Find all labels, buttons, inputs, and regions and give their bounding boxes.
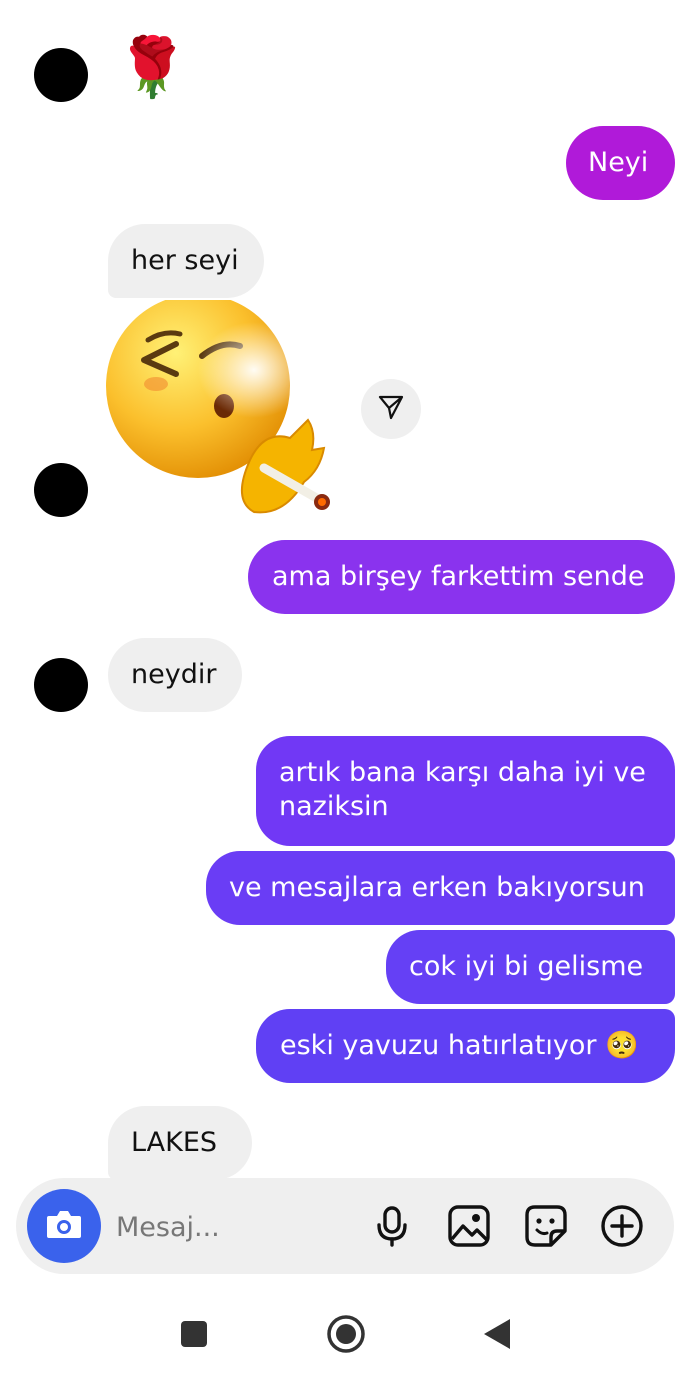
camera-icon (45, 1208, 83, 1244)
outgoing-message-bubble[interactable]: artık bana karşı daha iyi ve naziksin (256, 736, 675, 846)
outgoing-message-bubble[interactable]: eski yavuzu hatırlatıyor 🥺 (256, 1009, 675, 1083)
back-triangle-icon[interactable] (482, 1318, 512, 1354)
message-text-line: naziksin (279, 791, 389, 822)
outgoing-message-bubble[interactable]: ama birşey farkettim sende (248, 540, 675, 614)
outgoing-message-bubble[interactable]: ve mesajlara erken bakıyorsun (206, 851, 675, 925)
message-composer (16, 1178, 674, 1274)
incoming-message-bubble[interactable]: her seyi (108, 224, 264, 298)
rose-emoji-message[interactable]: 🌹 (116, 32, 188, 102)
incoming-message-bubble[interactable]: neydir (108, 638, 242, 712)
share-button[interactable] (361, 379, 421, 439)
recents-square-icon[interactable] (180, 1320, 208, 1352)
contact-avatar[interactable] (34, 463, 88, 517)
system-navigation-bar (0, 1290, 690, 1378)
outgoing-message-bubble[interactable]: Neyi (566, 126, 675, 200)
sticker-icon[interactable] (524, 1204, 568, 1248)
plus-circle-icon[interactable] (600, 1204, 644, 1248)
contact-avatar[interactable] (34, 48, 88, 102)
send-icon (377, 393, 405, 425)
outgoing-message-bubble[interactable]: cok iyi bi gelisme (386, 930, 675, 1004)
camera-button[interactable] (27, 1189, 101, 1263)
microphone-icon[interactable] (370, 1204, 414, 1248)
contact-avatar[interactable] (34, 658, 88, 712)
smoking-emoji-sticker[interactable] (104, 294, 350, 520)
incoming-message-bubble[interactable]: LAKES (108, 1106, 252, 1180)
message-input[interactable] (114, 1206, 358, 1248)
home-circle-icon[interactable] (326, 1314, 366, 1358)
gallery-icon[interactable] (447, 1204, 491, 1248)
message-text-line: artık bana karşı daha iyi ve (279, 757, 646, 788)
